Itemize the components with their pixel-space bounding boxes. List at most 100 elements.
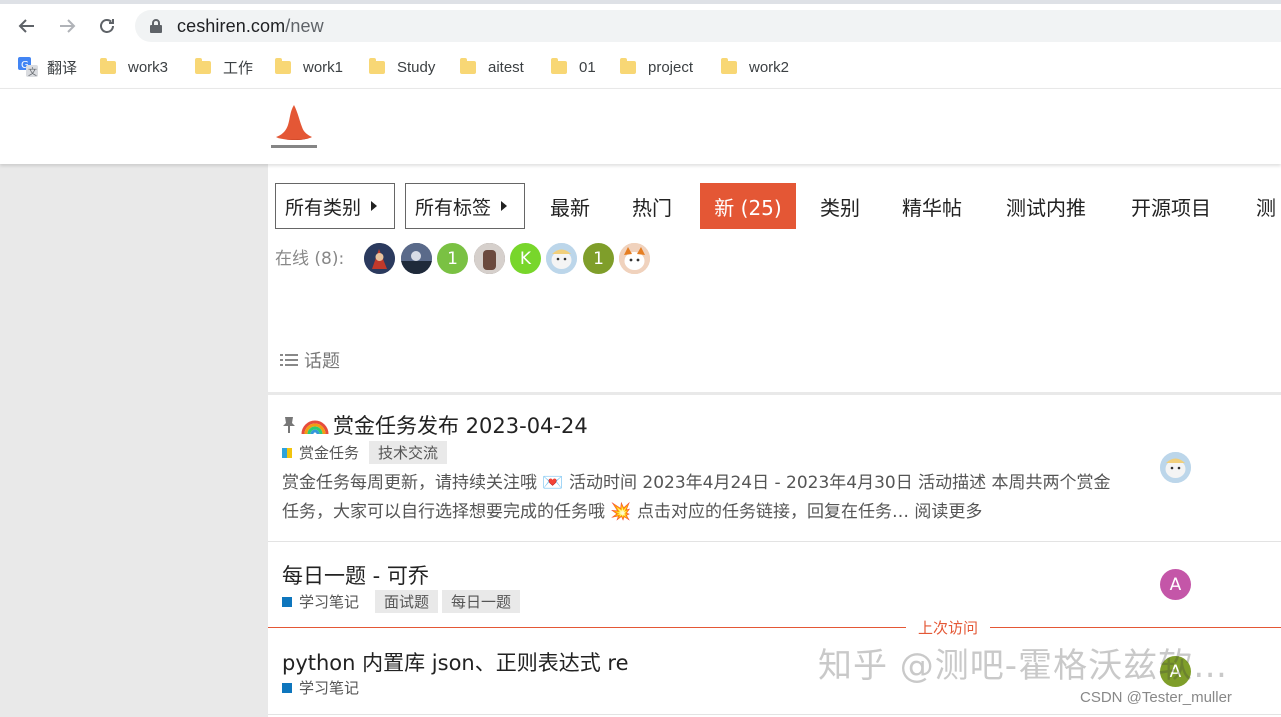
avatar[interactable]: K bbox=[510, 243, 541, 274]
csdn-watermark: CSDN @Tester_muller bbox=[1080, 689, 1232, 706]
tab-featured[interactable]: 精华帖 bbox=[902, 183, 962, 229]
bookmark-work3[interactable]: work3 bbox=[100, 56, 168, 78]
avatar[interactable] bbox=[364, 243, 395, 274]
pin-icon bbox=[283, 417, 295, 433]
bookmark-study[interactable]: Study bbox=[369, 56, 435, 78]
topic-meta: 学习笔记 bbox=[282, 677, 359, 698]
topic-title: 每日一题 - 可乔 bbox=[282, 564, 429, 588]
rainbow-icon bbox=[301, 420, 329, 435]
lock-icon bbox=[150, 19, 162, 33]
folder-icon bbox=[195, 57, 211, 74]
avatar[interactable] bbox=[546, 243, 577, 274]
tab-referral[interactable]: 测试内推 bbox=[1006, 183, 1086, 229]
folder-icon bbox=[620, 57, 636, 74]
bookmark-aitest[interactable]: aitest bbox=[460, 56, 524, 78]
topic-title-link[interactable]: 每日一题 - 可乔 bbox=[282, 560, 429, 590]
google-translate-icon: G文 bbox=[18, 57, 38, 77]
bookmark-label: work3 bbox=[128, 58, 169, 76]
tag-link[interactable]: 每日一题 bbox=[442, 590, 521, 613]
tag-link[interactable]: 面试题 bbox=[375, 590, 439, 613]
avatar[interactable] bbox=[401, 243, 432, 274]
folder-icon bbox=[721, 57, 737, 74]
avatar-image bbox=[364, 243, 395, 274]
bookmark-label: 01 bbox=[579, 58, 596, 76]
bookmarks-bar: G文 翻译 work3 工作 work1 Study aitest 01 pro… bbox=[0, 48, 1281, 86]
category-link[interactable]: 学习笔记 bbox=[299, 677, 359, 698]
tab-new[interactable]: 新 (25) bbox=[700, 183, 796, 229]
tab-open-source[interactable]: 开源项目 bbox=[1131, 183, 1211, 229]
tab-label: 最新 bbox=[550, 195, 590, 220]
bookmark-gongzuo[interactable]: 工作 bbox=[195, 56, 253, 78]
divider bbox=[268, 392, 1281, 395]
category-badge-icon bbox=[282, 596, 292, 607]
url-domain: ceshiren.com bbox=[177, 16, 286, 36]
avatar-image bbox=[401, 243, 432, 274]
url-path: /new bbox=[285, 16, 324, 36]
reload-icon bbox=[100, 19, 114, 33]
category-link[interactable]: 赏金任务 bbox=[299, 442, 359, 463]
tab-label: 类别 bbox=[820, 195, 860, 220]
folder-icon bbox=[100, 57, 116, 74]
url-text: ceshiren.com/new bbox=[177, 16, 324, 37]
tag-dropdown-label: 所有标签 bbox=[415, 196, 492, 219]
topic-title-link[interactable]: python 内置库 json、正则表达式 re bbox=[282, 647, 629, 677]
bookmark-label: aitest bbox=[488, 58, 524, 76]
bookmark-label: project bbox=[648, 58, 694, 76]
site-header bbox=[0, 88, 1281, 164]
tab-label: 热门 bbox=[632, 195, 672, 220]
topic-title-link[interactable]: 赏金任务发布 2023-04-24 bbox=[282, 410, 588, 440]
forward-button[interactable] bbox=[53, 12, 81, 40]
avatar-initial: K bbox=[519, 248, 532, 269]
bookmark-translate[interactable]: G文 翻译 bbox=[18, 56, 77, 78]
folder-icon bbox=[460, 57, 476, 74]
topic-title: 赏金任务发布 2023-04-24 bbox=[333, 414, 588, 438]
avatar[interactable]: 1 bbox=[583, 243, 614, 274]
caret-right-icon bbox=[501, 201, 508, 211]
topic-excerpt[interactable]: 赏金任务每周更新，请持续关注哦 💌 活动时间 2023年4月24日 - 2023… bbox=[282, 469, 1122, 527]
bookmark-01[interactable]: 01 bbox=[551, 56, 596, 78]
tag-dropdown[interactable]: 所有标签 bbox=[405, 183, 525, 229]
tab-hot[interactable]: 热门 bbox=[632, 183, 672, 229]
address-bar[interactable]: ceshiren.com/new bbox=[135, 10, 1281, 42]
avatar-image bbox=[546, 243, 577, 274]
arrow-right-icon bbox=[60, 19, 76, 33]
poster-avatar[interactable] bbox=[1160, 452, 1191, 483]
reload-button[interactable] bbox=[93, 12, 121, 40]
avatar-initial: 1 bbox=[593, 248, 604, 269]
topic-meta: 赏金任务 技术交流 bbox=[282, 441, 448, 464]
bookmark-work2[interactable]: work2 bbox=[721, 56, 789, 78]
bookmark-work1[interactable]: work1 bbox=[275, 56, 343, 78]
tab-categories[interactable]: 类别 bbox=[820, 183, 860, 229]
back-button[interactable] bbox=[13, 12, 41, 40]
topic-title: python 内置库 json、正则表达式 re bbox=[282, 651, 629, 675]
poster-avatar[interactable]: A bbox=[1160, 569, 1191, 600]
avatar-initial: 1 bbox=[447, 248, 458, 269]
tab-label: 测 bbox=[1256, 195, 1276, 220]
site-logo[interactable] bbox=[268, 101, 320, 153]
avatar[interactable] bbox=[474, 243, 505, 274]
bookmark-label: work1 bbox=[303, 58, 344, 76]
category-dropdown[interactable]: 所有类别 bbox=[275, 183, 395, 229]
topic-list-header: 话题 bbox=[280, 347, 340, 373]
tab-latest[interactable]: 最新 bbox=[550, 183, 590, 229]
topic-list-header-label: 话题 bbox=[304, 351, 340, 372]
bookmark-label: Study bbox=[397, 58, 436, 76]
avatar[interactable] bbox=[619, 243, 650, 274]
last-visit-label: 上次访问 bbox=[906, 617, 991, 638]
tag-link[interactable]: 技术交流 bbox=[369, 441, 448, 464]
tab-label: 开源项目 bbox=[1131, 195, 1211, 220]
main-content: 所有类别 所有标签 最新 热门 新 (25) 类别 精华帖 测试内推 开源项目 … bbox=[268, 164, 1281, 717]
last-visit-divider: 上次访问 bbox=[268, 617, 1281, 638]
caret-right-icon bbox=[371, 201, 378, 211]
browser-toolbar: ceshiren.com/new bbox=[0, 4, 1281, 48]
category-link[interactable]: 学习笔记 bbox=[299, 591, 359, 612]
tab-label: 新 (25) bbox=[714, 195, 782, 220]
tab-label: 测试内推 bbox=[1006, 195, 1086, 220]
folder-icon bbox=[551, 57, 567, 74]
bookmark-label: 工作 bbox=[223, 59, 254, 77]
bookmark-label: work2 bbox=[749, 58, 790, 76]
avatar[interactable]: 1 bbox=[437, 243, 468, 274]
category-badge-icon bbox=[282, 682, 292, 693]
tab-more[interactable]: 测 bbox=[1256, 183, 1276, 229]
bookmark-project[interactable]: project bbox=[620, 56, 693, 78]
